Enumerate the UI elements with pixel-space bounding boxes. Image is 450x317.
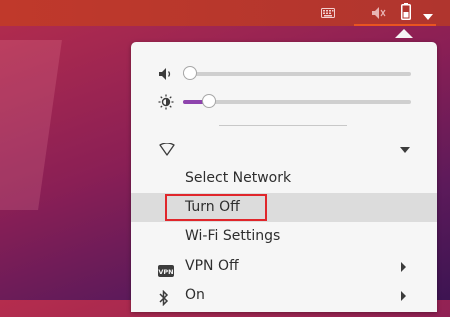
vpn-label: VPN Off (185, 258, 239, 274)
wifi-icon (159, 141, 175, 160)
brightness-icon (158, 94, 174, 114)
speaker-icon (158, 66, 174, 86)
keyboard-icon[interactable] (321, 6, 335, 20)
menu-separator (219, 125, 347, 126)
bluetooth-item[interactable]: On (131, 281, 437, 310)
dropdown-arrow-icon[interactable] (423, 10, 433, 24)
bluetooth-icon (158, 288, 170, 317)
wifi-section-header[interactable] (131, 136, 437, 162)
wifi-select-network-label: Select Network (185, 170, 292, 186)
brightness-slider-row (131, 92, 437, 112)
active-indicator (354, 24, 436, 26)
wifi-settings[interactable]: Wi-Fi Settings (131, 222, 437, 251)
brightness-slider[interactable] (183, 94, 411, 108)
desktop-wallpaper-shape (0, 40, 62, 210)
system-menu: Select Network Turn Off Wi-Fi Settings V… (131, 42, 437, 312)
volume-slider[interactable] (183, 66, 411, 80)
menu-pointer (395, 29, 413, 38)
chevron-down-icon (400, 147, 410, 153)
chevron-right-icon (401, 262, 406, 272)
bluetooth-label: On (185, 287, 205, 303)
wifi-turn-off[interactable]: Turn Off (131, 193, 437, 222)
svg-text:VPN: VPN (158, 268, 173, 276)
top-bar (0, 0, 450, 26)
vpn-item[interactable]: VPN VPN Off (131, 252, 437, 281)
wifi-turn-off-label: Turn Off (185, 199, 240, 215)
volume-slider-knob[interactable] (183, 66, 197, 80)
volume-slider-row (131, 64, 437, 84)
wifi-settings-label: Wi-Fi Settings (185, 228, 281, 244)
battery-icon[interactable] (401, 2, 411, 20)
brightness-slider-knob[interactable] (202, 94, 216, 108)
volume-muted-icon[interactable] (371, 6, 387, 20)
wifi-select-network[interactable]: Select Network (131, 164, 437, 193)
